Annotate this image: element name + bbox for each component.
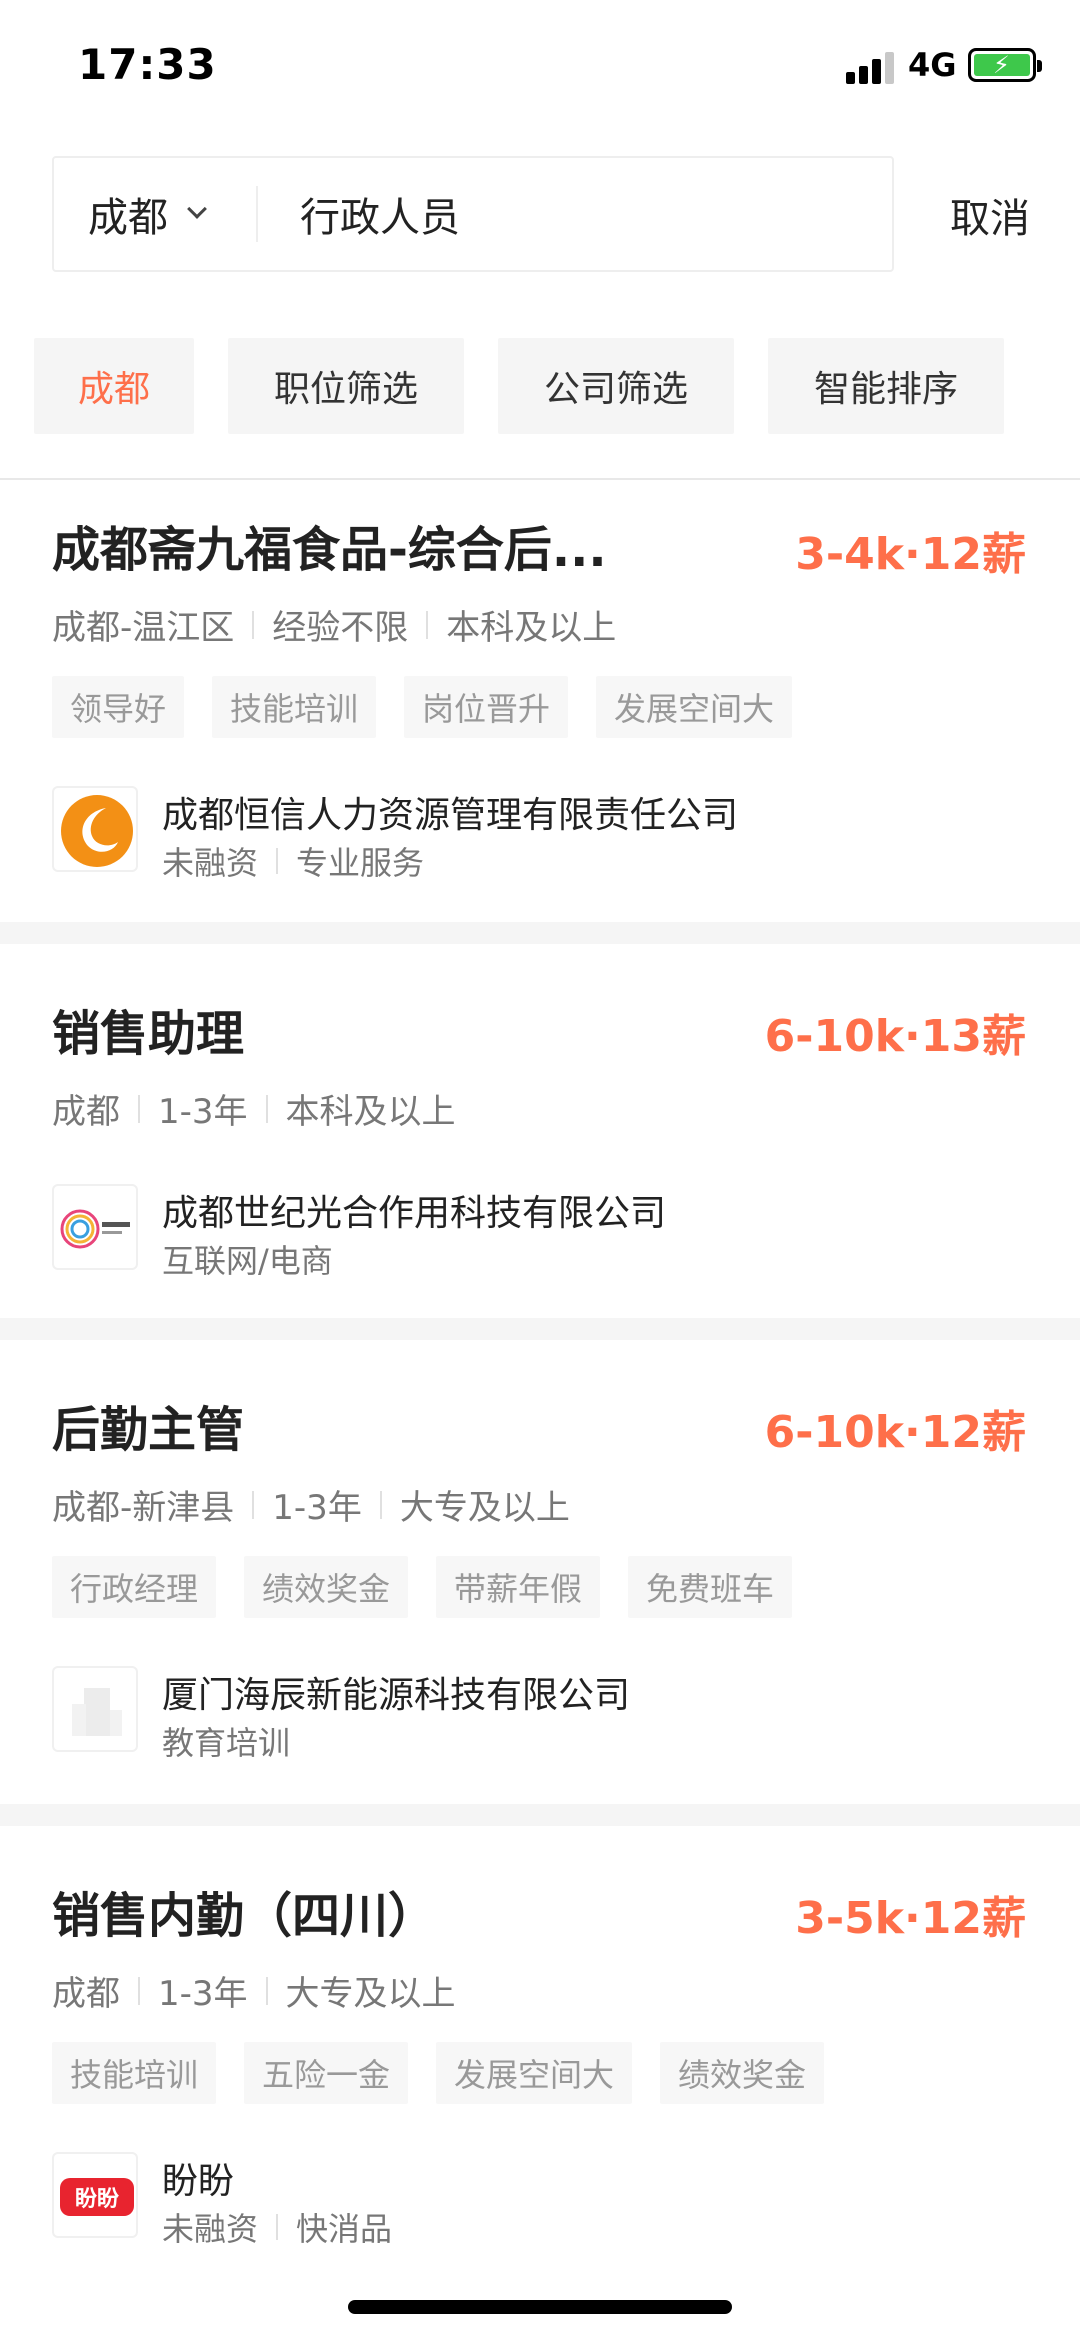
company-funding: 未融资 bbox=[162, 844, 259, 882]
job-card[interactable]: 后勤主管 6-10k·12薪 成都-新津县 1-3年 大专及以上 行政经理 绩效… bbox=[0, 1340, 1080, 1804]
company-logo bbox=[52, 1184, 138, 1270]
filter-position[interactable]: 职位筛选 bbox=[228, 338, 464, 434]
filter-company[interactable]: 公司筛选 bbox=[498, 338, 734, 434]
job-meta: 成都 1-3年 大专及以上 bbox=[52, 1966, 456, 2015]
filter-city[interactable]: 成都 bbox=[34, 338, 194, 434]
company-meta: 未融资 专业服务 bbox=[162, 838, 424, 884]
job-tag: 五险一金 bbox=[244, 2042, 409, 2104]
job-tag: 绩效奖金 bbox=[660, 2042, 825, 2104]
job-tag: 岗位晋升 bbox=[404, 676, 569, 738]
company-name: 厦门海辰新能源科技有限公司 bbox=[162, 1675, 631, 1716]
job-tag: 绩效奖金 bbox=[244, 1556, 409, 1618]
job-tags: 领导好 技能培训 岗位晋升 发展空间大 bbox=[52, 676, 820, 738]
search-input[interactable] bbox=[300, 158, 860, 270]
filter-bar: 成都 职位筛选 公司筛选 智能排序 bbox=[0, 338, 1080, 434]
job-experience: 1-3年 bbox=[272, 1488, 362, 1528]
job-meta: 成都 1-3年 本科及以上 bbox=[52, 1084, 456, 1133]
job-tag: 技能培训 bbox=[212, 676, 377, 738]
company-logo-text: 盼盼 bbox=[75, 2187, 119, 2212]
company-name: 成都世纪光合作用科技有限公司 bbox=[162, 1193, 667, 1234]
city-select[interactable]: 成都 bbox=[88, 158, 207, 270]
company-industry: 专业服务 bbox=[296, 844, 425, 882]
company-name: 成都恒信人力资源管理有限责任公司 bbox=[162, 795, 739, 836]
company-logo bbox=[52, 786, 138, 872]
company-meta: 互联网/电商 bbox=[162, 1236, 333, 1282]
job-meta: 成都-新津县 1-3年 大专及以上 bbox=[52, 1480, 570, 1529]
job-tag: 发展空间大 bbox=[436, 2042, 633, 2104]
card-separator bbox=[0, 1318, 1080, 1340]
job-tag: 免费班车 bbox=[628, 1556, 793, 1618]
card-separator bbox=[0, 1804, 1080, 1826]
city-select-label: 成都 bbox=[88, 195, 168, 241]
status-bar: 17:33 4G ⚡ bbox=[0, 0, 1080, 132]
job-tags: 技能培训 五险一金 发展空间大 绩效奖金 bbox=[52, 2042, 852, 2104]
job-card[interactable]: 销售助理 6-10k·13薪 成都 1-3年 本科及以上 成都世纪光合作用科技有… bbox=[0, 944, 1080, 1318]
job-tag: 发展空间大 bbox=[596, 676, 793, 738]
company-logo bbox=[52, 1666, 138, 1752]
company-industry: 快消品 bbox=[296, 2210, 393, 2248]
job-meta: 成都-温江区 经验不限 本科及以上 bbox=[52, 600, 616, 649]
job-location: 成都-新津县 bbox=[52, 1488, 235, 1528]
job-title: 成都斋九福食品-综合后... bbox=[52, 522, 607, 578]
job-salary: 3-4k·12薪 bbox=[795, 529, 1026, 580]
company-logo: 盼盼 bbox=[52, 2152, 138, 2238]
company-industry: 教育培训 bbox=[162, 1724, 291, 1762]
company-meta: 未融资 快消品 bbox=[162, 2204, 392, 2250]
job-salary: 6-10k·13薪 bbox=[764, 1011, 1026, 1062]
chevron-down-icon bbox=[187, 199, 207, 219]
filter-sort[interactable]: 智能排序 bbox=[768, 338, 1004, 434]
job-salary: 6-10k·12薪 bbox=[764, 1407, 1026, 1458]
search-divider bbox=[256, 186, 258, 242]
company-name: 盼盼 bbox=[162, 2161, 235, 2202]
job-card[interactable]: 成都斋九福食品-综合后... 3-4k·12薪 成都-温江区 经验不限 本科及以… bbox=[0, 480, 1080, 922]
job-tag: 行政经理 bbox=[52, 1556, 217, 1618]
job-title: 销售助理 bbox=[52, 1006, 245, 1062]
job-location: 成都 bbox=[52, 1974, 120, 2014]
job-experience: 1-3年 bbox=[158, 1092, 248, 1132]
home-indicator[interactable] bbox=[348, 2300, 732, 2314]
company-funding: 未融资 bbox=[162, 2210, 259, 2248]
job-education: 大专及以上 bbox=[399, 1488, 570, 1528]
job-education: 本科及以上 bbox=[285, 1092, 456, 1132]
job-tag: 技能培训 bbox=[52, 2042, 217, 2104]
network-type: 4G bbox=[908, 46, 957, 84]
search-box: 成都 bbox=[52, 156, 894, 272]
status-time: 17:33 bbox=[78, 40, 217, 89]
job-tags: 行政经理 绩效奖金 带薪年假 免费班车 bbox=[52, 1556, 820, 1618]
job-title: 后勤主管 bbox=[52, 1402, 245, 1458]
job-card[interactable]: 销售内勤（四川） 3-5k·12薪 成都 1-3年 大专及以上 技能培训 五险一… bbox=[0, 1826, 1080, 2296]
job-education: 大专及以上 bbox=[285, 1974, 456, 2014]
job-salary: 3-5k·12薪 bbox=[795, 1893, 1026, 1944]
job-education: 本科及以上 bbox=[446, 608, 617, 648]
company-industry: 互联网/电商 bbox=[162, 1242, 333, 1280]
card-separator bbox=[0, 922, 1080, 944]
job-experience: 1-3年 bbox=[158, 1974, 248, 2014]
job-location: 成都 bbox=[52, 1092, 120, 1132]
job-tag: 领导好 bbox=[52, 676, 185, 738]
battery-charging-icon: ⚡ bbox=[968, 48, 1042, 82]
cancel-button[interactable]: 取消 bbox=[950, 186, 1030, 244]
company-meta: 教育培训 bbox=[162, 1718, 290, 1764]
job-experience: 经验不限 bbox=[272, 608, 409, 648]
job-tag: 带薪年假 bbox=[436, 1556, 601, 1618]
job-location: 成都-温江区 bbox=[52, 608, 235, 648]
job-title: 销售内勤（四川） bbox=[52, 1888, 437, 1944]
signal-icon bbox=[846, 50, 898, 84]
